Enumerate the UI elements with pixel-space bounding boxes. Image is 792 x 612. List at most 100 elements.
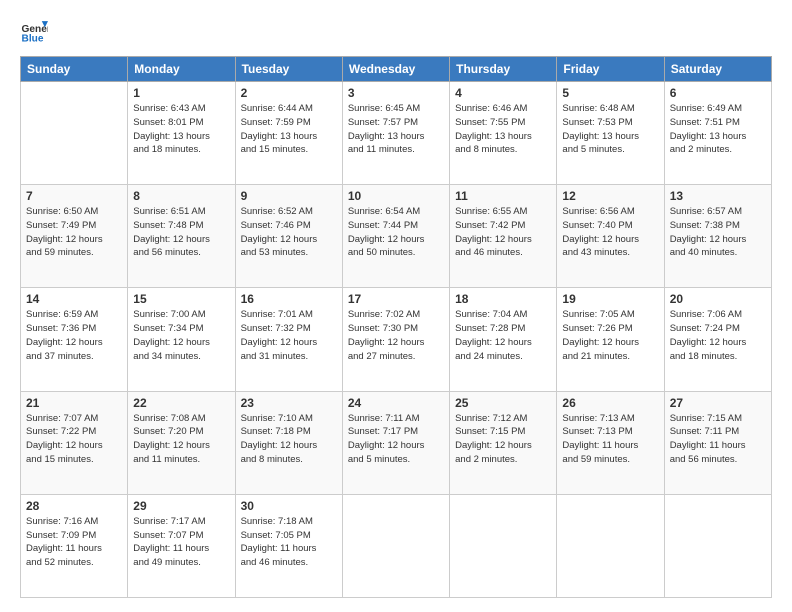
day-info: Sunrise: 7:16 AM Sunset: 7:09 PM Dayligh… [26, 515, 122, 570]
day-of-week-tuesday: Tuesday [235, 57, 342, 82]
calendar-cell: 20 Sunrise: 7:06 AM Sunset: 7:24 PM Dayli… [664, 288, 771, 391]
calendar-cell: 11 Sunrise: 6:55 AM Sunset: 7:42 PM Dayli… [450, 185, 557, 288]
day-of-week-saturday: Saturday [664, 57, 771, 82]
day-info: Sunrise: 7:15 AM Sunset: 7:11 PM Dayligh… [670, 412, 766, 467]
day-number: 6 [670, 86, 766, 100]
day-number: 25 [455, 396, 551, 410]
calendar-cell: 15 Sunrise: 7:00 AM Sunset: 7:34 PM Dayli… [128, 288, 235, 391]
calendar-cell: 21 Sunrise: 7:07 AM Sunset: 7:22 PM Dayli… [21, 391, 128, 494]
day-info: Sunrise: 6:56 AM Sunset: 7:40 PM Dayligh… [562, 205, 658, 260]
day-info: Sunrise: 7:06 AM Sunset: 7:24 PM Dayligh… [670, 308, 766, 363]
calendar-cell [342, 494, 449, 597]
calendar-cell: 23Sunrise: 7:10 AM Sunset: 7:18 PM Dayli… [235, 391, 342, 494]
calendar-cell: 30Sunrise: 7:18 AM Sunset: 7:05 PM Dayli… [235, 494, 342, 597]
day-info: Sunrise: 6:43 AM Sunset: 8:01 PM Dayligh… [133, 102, 229, 157]
calendar-week-row: 14 Sunrise: 6:59 AM Sunset: 7:36 PM Dayli… [21, 288, 772, 391]
calendar-cell: 22 Sunrise: 7:08 AM Sunset: 7:20 PM Dayli… [128, 391, 235, 494]
day-number: 8 [133, 189, 229, 203]
day-info: Sunrise: 7:07 AM Sunset: 7:22 PM Dayligh… [26, 412, 122, 467]
day-number: 14 [26, 292, 122, 306]
calendar-week-row: 1 Sunrise: 6:43 AM Sunset: 8:01 PM Daylig… [21, 82, 772, 185]
day-info: Sunrise: 7:01 AM Sunset: 7:32 PM Dayligh… [241, 308, 337, 363]
day-number: 18 [455, 292, 551, 306]
day-number: 30 [241, 499, 337, 513]
day-info: Sunrise: 7:12 AM Sunset: 7:15 PM Dayligh… [455, 412, 551, 467]
calendar-cell: 7 Sunrise: 6:50 AM Sunset: 7:49 PM Daylig… [21, 185, 128, 288]
day-number: 15 [133, 292, 229, 306]
day-number: 5 [562, 86, 658, 100]
day-number: 19 [562, 292, 658, 306]
day-of-week-thursday: Thursday [450, 57, 557, 82]
day-number: 27 [670, 396, 766, 410]
calendar-cell: 5 Sunrise: 6:48 AM Sunset: 7:53 PM Daylig… [557, 82, 664, 185]
calendar-cell [664, 494, 771, 597]
calendar-cell: 10 Sunrise: 6:54 AM Sunset: 7:44 PM Dayli… [342, 185, 449, 288]
day-info: Sunrise: 6:45 AM Sunset: 7:57 PM Dayligh… [348, 102, 444, 157]
calendar-cell: 9 Sunrise: 6:52 AM Sunset: 7:46 PM Daylig… [235, 185, 342, 288]
calendar-cell: 24 Sunrise: 7:11 AM Sunset: 7:17 PM Dayli… [342, 391, 449, 494]
day-info: Sunrise: 7:17 AM Sunset: 7:07 PM Dayligh… [133, 515, 229, 570]
calendar-cell [21, 82, 128, 185]
day-info: Sunrise: 6:48 AM Sunset: 7:53 PM Dayligh… [562, 102, 658, 157]
calendar-cell: 2 Sunrise: 6:44 AM Sunset: 7:59 PM Daylig… [235, 82, 342, 185]
calendar-cell: 13Sunrise: 6:57 AM Sunset: 7:38 PM Dayli… [664, 185, 771, 288]
day-number: 29 [133, 499, 229, 513]
calendar-cell: 27 Sunrise: 7:15 AM Sunset: 7:11 PM Dayli… [664, 391, 771, 494]
day-number: 1 [133, 86, 229, 100]
day-info: Sunrise: 6:52 AM Sunset: 7:46 PM Dayligh… [241, 205, 337, 260]
day-info: Sunrise: 6:55 AM Sunset: 7:42 PM Dayligh… [455, 205, 551, 260]
calendar-cell: 26 Sunrise: 7:13 AM Sunset: 7:13 PM Dayli… [557, 391, 664, 494]
day-of-week-monday: Monday [128, 57, 235, 82]
day-number: 11 [455, 189, 551, 203]
logo: General Blue [20, 18, 52, 46]
calendar-cell: 14 Sunrise: 6:59 AM Sunset: 7:36 PM Dayli… [21, 288, 128, 391]
calendar-cell: 3 Sunrise: 6:45 AM Sunset: 7:57 PM Daylig… [342, 82, 449, 185]
calendar-cell [557, 494, 664, 597]
calendar-cell: 8 Sunrise: 6:51 AM Sunset: 7:48 PM Daylig… [128, 185, 235, 288]
day-number: 2 [241, 86, 337, 100]
calendar-cell: 29 Sunrise: 7:17 AM Sunset: 7:07 PM Dayli… [128, 494, 235, 597]
day-of-week-wednesday: Wednesday [342, 57, 449, 82]
day-number: 24 [348, 396, 444, 410]
day-info: Sunrise: 6:46 AM Sunset: 7:55 PM Dayligh… [455, 102, 551, 157]
calendar-cell: 17Sunrise: 7:02 AM Sunset: 7:30 PM Dayli… [342, 288, 449, 391]
day-number: 9 [241, 189, 337, 203]
day-info: Sunrise: 7:00 AM Sunset: 7:34 PM Dayligh… [133, 308, 229, 363]
calendar-week-row: 28 Sunrise: 7:16 AM Sunset: 7:09 PM Dayli… [21, 494, 772, 597]
calendar-cell: 4Sunrise: 6:46 AM Sunset: 7:55 PM Daylig… [450, 82, 557, 185]
calendar-cell: 16 Sunrise: 7:01 AM Sunset: 7:32 PM Dayli… [235, 288, 342, 391]
day-number: 22 [133, 396, 229, 410]
day-number: 23 [241, 396, 337, 410]
day-of-week-friday: Friday [557, 57, 664, 82]
day-info: Sunrise: 6:49 AM Sunset: 7:51 PM Dayligh… [670, 102, 766, 157]
day-info: Sunrise: 6:50 AM Sunset: 7:49 PM Dayligh… [26, 205, 122, 260]
calendar-cell: 28 Sunrise: 7:16 AM Sunset: 7:09 PM Dayli… [21, 494, 128, 597]
calendar-cell: 12 Sunrise: 6:56 AM Sunset: 7:40 PM Dayli… [557, 185, 664, 288]
day-info: Sunrise: 6:51 AM Sunset: 7:48 PM Dayligh… [133, 205, 229, 260]
calendar-cell: 6 Sunrise: 6:49 AM Sunset: 7:51 PM Daylig… [664, 82, 771, 185]
day-info: Sunrise: 6:59 AM Sunset: 7:36 PM Dayligh… [26, 308, 122, 363]
day-number: 26 [562, 396, 658, 410]
day-info: Sunrise: 7:04 AM Sunset: 7:28 PM Dayligh… [455, 308, 551, 363]
calendar-cell: 18 Sunrise: 7:04 AM Sunset: 7:28 PM Dayli… [450, 288, 557, 391]
day-of-week-sunday: Sunday [21, 57, 128, 82]
day-info: Sunrise: 7:08 AM Sunset: 7:20 PM Dayligh… [133, 412, 229, 467]
calendar-cell: 19Sunrise: 7:05 AM Sunset: 7:26 PM Dayli… [557, 288, 664, 391]
day-number: 28 [26, 499, 122, 513]
day-number: 13 [670, 189, 766, 203]
svg-text:Blue: Blue [22, 33, 44, 44]
day-number: 20 [670, 292, 766, 306]
day-number: 7 [26, 189, 122, 203]
day-info: Sunrise: 7:13 AM Sunset: 7:13 PM Dayligh… [562, 412, 658, 467]
day-info: Sunrise: 6:44 AM Sunset: 7:59 PM Dayligh… [241, 102, 337, 157]
day-number: 21 [26, 396, 122, 410]
day-number: 10 [348, 189, 444, 203]
calendar-cell: 25 Sunrise: 7:12 AM Sunset: 7:15 PM Dayli… [450, 391, 557, 494]
day-number: 16 [241, 292, 337, 306]
day-info: Sunrise: 7:11 AM Sunset: 7:17 PM Dayligh… [348, 412, 444, 467]
day-info: Sunrise: 6:54 AM Sunset: 7:44 PM Dayligh… [348, 205, 444, 260]
day-number: 3 [348, 86, 444, 100]
day-number: 12 [562, 189, 658, 203]
calendar-week-row: 7 Sunrise: 6:50 AM Sunset: 7:49 PM Daylig… [21, 185, 772, 288]
day-number: 17 [348, 292, 444, 306]
